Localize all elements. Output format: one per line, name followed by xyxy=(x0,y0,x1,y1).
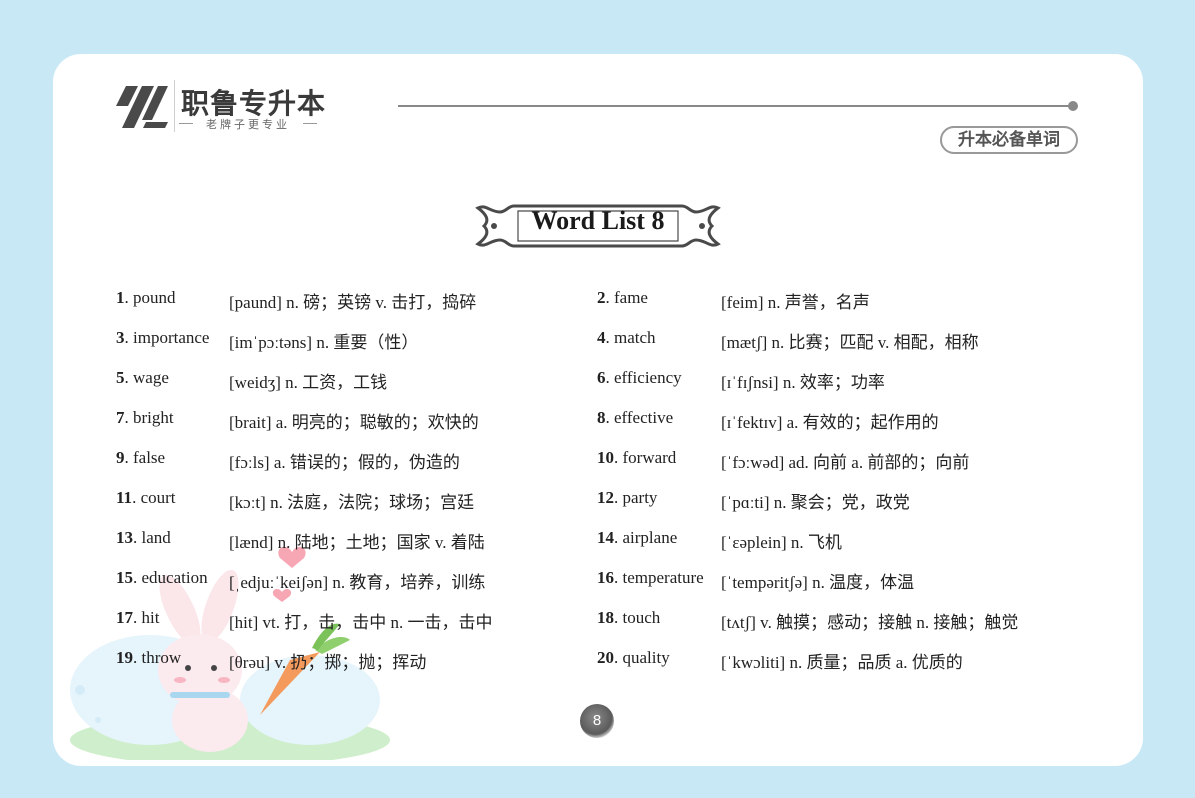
word-definition: [mætʃ] n. 比赛；匹配 v. 相配，相称 xyxy=(721,333,979,352)
word-text: temperature xyxy=(622,568,704,587)
word-entry: 5. wage [weidʒ] n. 工资，工钱 xyxy=(116,368,388,392)
word-definition: [θrəu] v. 扔；掷；抛；挥动 xyxy=(229,653,427,672)
word-text: party xyxy=(622,488,658,507)
word-list-title: Word List 8 xyxy=(531,206,665,235)
word-definition: [weidʒ] n. 工资，工钱 xyxy=(229,373,388,392)
word-text: fame xyxy=(614,288,648,307)
word-text: throw xyxy=(141,648,182,667)
word-definition: [ˌedjuːˈkeiʃən] n. 教育，培养，训练 xyxy=(229,573,486,592)
word-entry: 3. importance [imˈpɔːtəns] n. 重要（性） xyxy=(116,328,419,352)
word-definition: [ˈtempəritʃə] n. 温度，体温 xyxy=(721,573,915,592)
word-definition: [ˈkwɔliti] n. 质量；品质 a. 优质的 xyxy=(721,653,963,672)
word-entry: 15. education [ˌedjuːˈkeiʃən] n. 教育，培养，训… xyxy=(116,568,486,592)
word-text: match xyxy=(614,328,656,347)
brand-slogan: 老牌子更专业 xyxy=(179,116,317,132)
word-entry: 12. party [ˈpɑːti] n. 聚会；党，政党 xyxy=(597,488,910,512)
brand-logo-icon xyxy=(116,86,168,128)
word-entry: 7. bright [brait] a. 明亮的；聪敏的；欢快的 xyxy=(116,408,479,432)
word-definition: [imˈpɔːtəns] n. 重要（性） xyxy=(229,333,419,352)
word-text: importance xyxy=(133,328,210,347)
word-text: forward xyxy=(622,448,677,467)
word-definition: [lænd] n. 陆地；土地；国家 v. 着陆 xyxy=(229,533,485,552)
word-entry: 18. touch [tʌtʃ] v. 触摸；感动；接触 n. 接触；触觉 xyxy=(597,608,1019,632)
word-entry: 16. temperature [ˈtempəritʃə] n. 温度，体温 xyxy=(597,568,915,592)
header-rule-dot xyxy=(1068,101,1078,111)
word-text: hit xyxy=(141,608,160,627)
word-definition: [feim] n. 声誉，名声 xyxy=(721,293,870,312)
word-definition: [ɪˈfektɪv] a. 有效的；起作用的 xyxy=(721,413,939,432)
word-entry: 1. pound [paund] n. 磅；英镑 v. 击打，捣碎 xyxy=(116,288,477,312)
word-definition: [tʌtʃ] v. 触摸；感动；接触 n. 接触；触觉 xyxy=(721,613,1019,632)
logo-divider xyxy=(174,80,175,132)
page-number: 8 xyxy=(580,704,614,738)
word-text: education xyxy=(141,568,208,587)
word-definition: [ɪˈfɪʃnsi] n. 效率；功率 xyxy=(721,373,885,392)
word-text: effective xyxy=(614,408,674,427)
word-entry: 9. false [fɔːls] a. 错误的；假的，伪造的 xyxy=(116,448,460,472)
section-badge: 升本必备单词 xyxy=(940,126,1078,154)
header-rule xyxy=(398,105,1070,107)
word-text: court xyxy=(140,488,176,507)
word-text: quality xyxy=(622,648,670,667)
word-entry: 10. forward [ˈfɔːwəd] ad. 向前 a. 前部的；向前 xyxy=(597,448,970,472)
word-text: airplane xyxy=(622,528,678,547)
word-entry: 4. match [mætʃ] n. 比赛；匹配 v. 相配，相称 xyxy=(597,328,979,352)
word-definition: [ˈpɑːti] n. 聚会；党，政党 xyxy=(721,493,910,512)
word-text: land xyxy=(141,528,171,547)
word-definition: [kɔːt] n. 法庭，法院；球场；宫廷 xyxy=(229,493,475,512)
word-definition: [ˈfɔːwəd] ad. 向前 a. 前部的；向前 xyxy=(721,453,970,472)
word-entry: 8. effective [ɪˈfektɪv] a. 有效的；起作用的 xyxy=(597,408,939,432)
word-text: bright xyxy=(133,408,174,427)
word-definition: [ˈɛəplein] n. 飞机 xyxy=(721,533,842,552)
word-entry: 2. fame [feim] n. 声誉，名声 xyxy=(597,288,870,312)
word-text: efficiency xyxy=(614,368,682,387)
word-definition: [fɔːls] a. 错误的；假的，伪造的 xyxy=(229,453,460,472)
word-entry: 17. hit [hit] vt. 打，击，击中 n. 一击，击中 xyxy=(116,608,493,632)
word-definition: [paund] n. 磅；英镑 v. 击打，捣碎 xyxy=(229,293,477,312)
word-text: wage xyxy=(133,368,169,387)
word-definition: [hit] vt. 打，击，击中 n. 一击，击中 xyxy=(229,613,493,632)
word-text: pound xyxy=(133,288,176,307)
word-entry: 20. quality [ˈkwɔliti] n. 质量；品质 a. 优质的 xyxy=(597,648,963,672)
word-entry: 11. court [kɔːt] n. 法庭，法院；球场；宫廷 xyxy=(116,488,475,512)
word-definition: [brait] a. 明亮的；聪敏的；欢快的 xyxy=(229,413,479,432)
word-entry: 14. airplane [ˈɛəplein] n. 飞机 xyxy=(597,528,842,552)
word-entry: 13. land [lænd] n. 陆地；土地；国家 v. 着陆 xyxy=(116,528,485,552)
word-entry: 6. efficiency [ɪˈfɪʃnsi] n. 效率；功率 xyxy=(597,368,885,392)
word-text: touch xyxy=(622,608,661,627)
word-entry: 19. throw [θrəu] v. 扔；掷；抛；挥动 xyxy=(116,648,427,672)
word-text: false xyxy=(133,448,166,467)
